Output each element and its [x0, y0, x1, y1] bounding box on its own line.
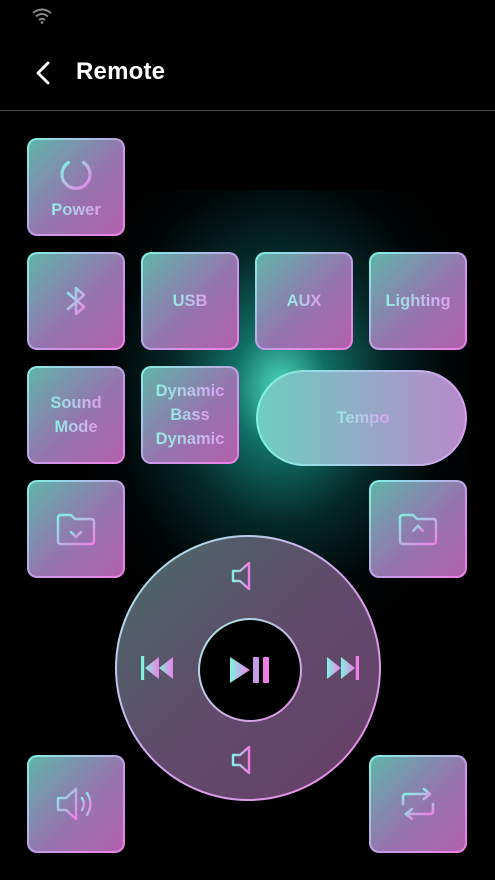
- chevron-left-icon[interactable]: [30, 58, 60, 88]
- tempo-minus-icon[interactable]: [410, 405, 436, 431]
- tempo-control: Tempo: [256, 370, 467, 466]
- folder-up-button[interactable]: [369, 480, 467, 578]
- speaker-volume-icon: [56, 787, 92, 821]
- wifi-icon: [32, 8, 52, 24]
- power-button[interactable]: Power: [27, 138, 125, 236]
- volume-minus-icon[interactable]: [229, 743, 271, 777]
- aux-button[interactable]: AUX: [255, 252, 353, 350]
- dynamic-bass-label-line1: Dynamic: [156, 379, 225, 403]
- folder-download-icon: [56, 513, 96, 546]
- folder-down-button[interactable]: [27, 480, 125, 578]
- lighting-label: Lighting: [385, 289, 450, 313]
- dynamic-bass-button[interactable]: Dynamic Bass Dynamic: [141, 366, 239, 464]
- power-icon: [60, 154, 92, 190]
- sound-mode-label-line1: Sound: [50, 391, 101, 415]
- sound-mode-label-line2: Mode: [54, 415, 97, 439]
- repeat-button[interactable]: [369, 755, 467, 853]
- lighting-button[interactable]: Lighting: [369, 252, 467, 350]
- aux-label: AUX: [287, 289, 322, 313]
- tempo-label: Tempo: [333, 406, 393, 430]
- skip-next-icon[interactable]: [323, 653, 361, 683]
- speaker-button[interactable]: [27, 755, 125, 853]
- tempo-plus-icon[interactable]: [292, 405, 318, 431]
- usb-label: USB: [173, 289, 208, 313]
- playback-wheel: [115, 535, 381, 801]
- volume-plus-icon[interactable]: [229, 559, 271, 593]
- dynamic-bass-label-line2: Bass: [170, 403, 209, 427]
- folder-upload-icon: [398, 513, 438, 546]
- power-label: Power: [51, 198, 101, 222]
- repeat-icon: [401, 787, 435, 821]
- skip-previous-icon[interactable]: [139, 653, 177, 683]
- header-divider: [0, 110, 495, 111]
- sound-mode-button[interactable]: Sound Mode: [27, 366, 125, 464]
- page-title: Remote: [76, 58, 166, 85]
- bluetooth-button[interactable]: [27, 252, 125, 350]
- play-pause-icon: [230, 657, 269, 683]
- app-header: Remote: [0, 40, 495, 110]
- usb-button[interactable]: USB: [141, 252, 239, 350]
- dynamic-bass-label-line3: Dynamic: [156, 427, 225, 451]
- play-pause-button[interactable]: [198, 618, 302, 722]
- bluetooth-icon: [66, 286, 86, 316]
